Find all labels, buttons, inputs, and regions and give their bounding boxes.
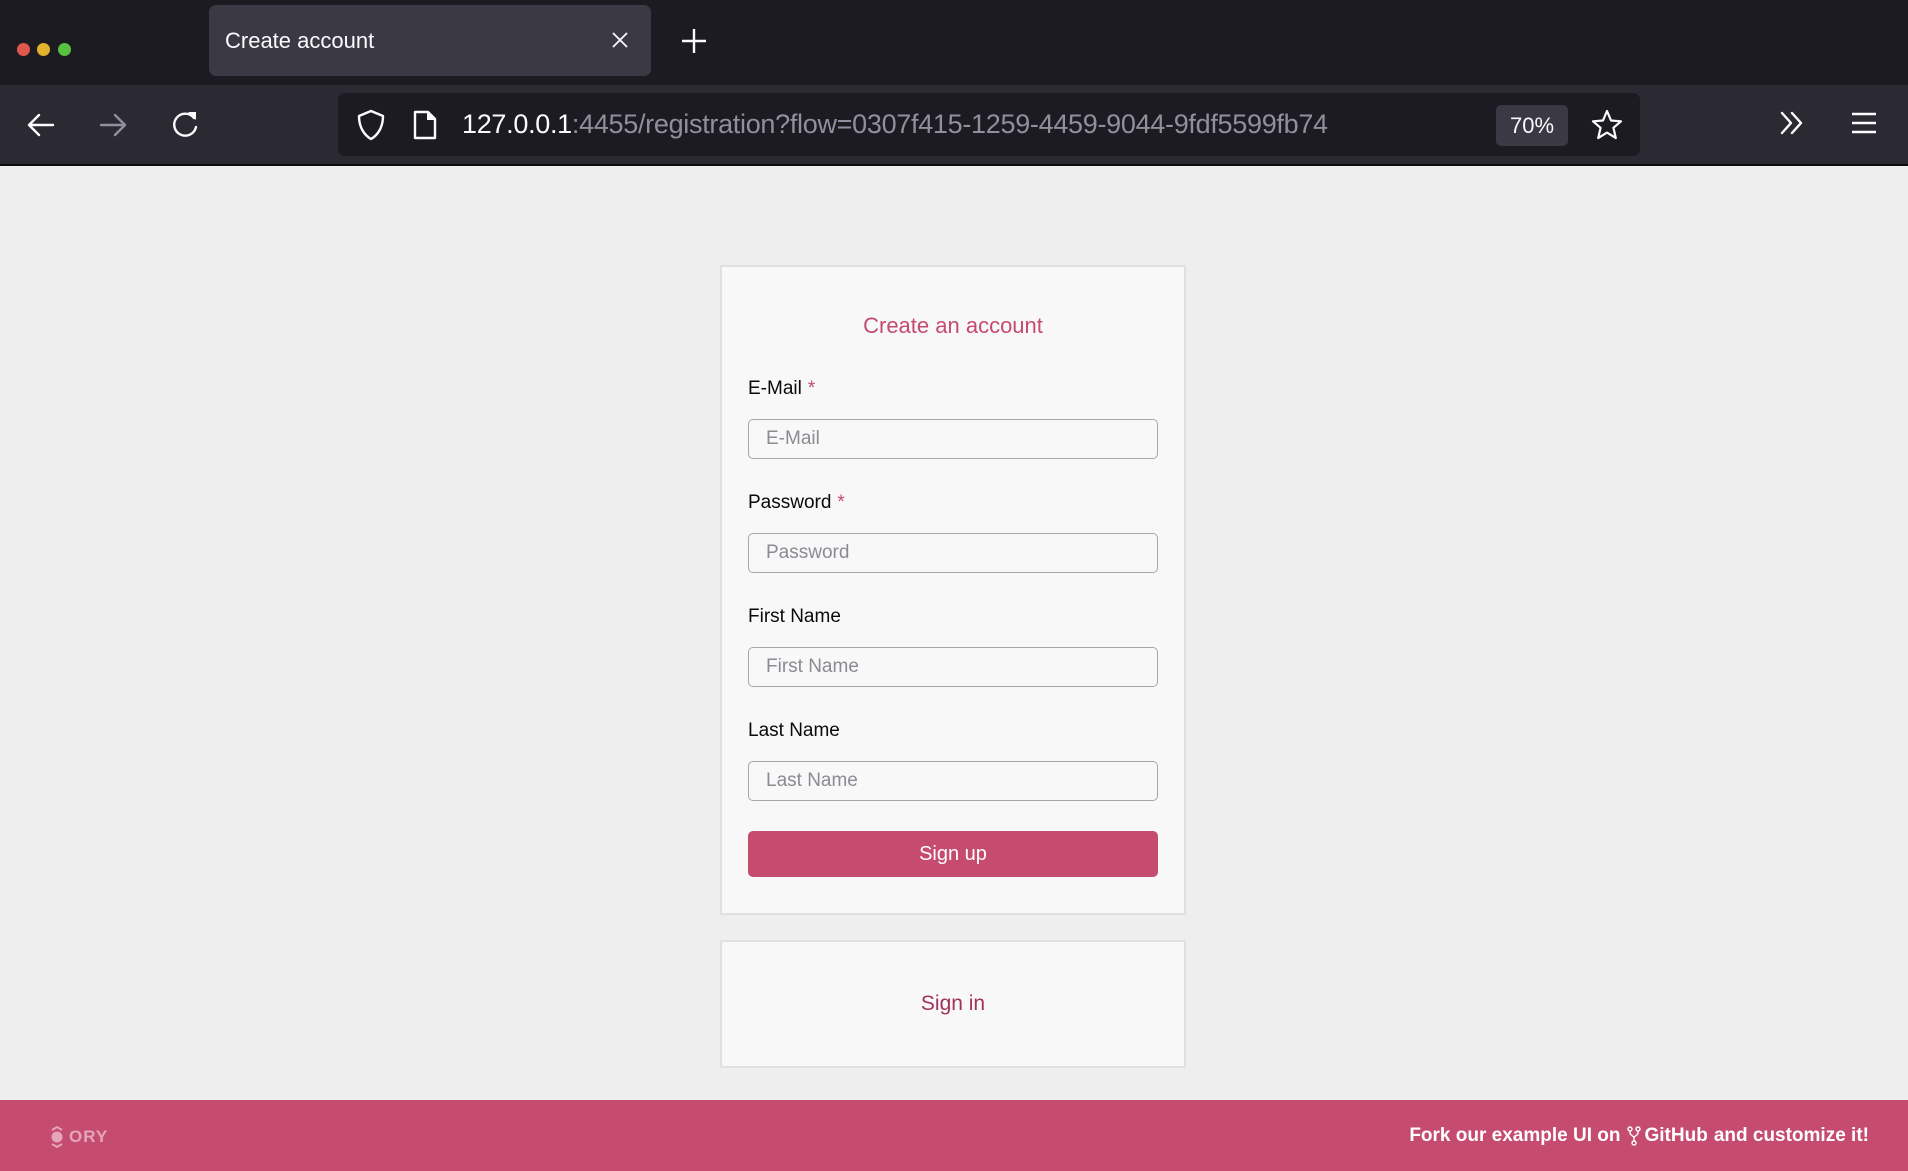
page-icon[interactable] bbox=[412, 109, 438, 141]
email-label-text: E-Mail bbox=[748, 378, 802, 399]
footer-text-suffix: and customize it! bbox=[1713, 1125, 1869, 1146]
shield-icon[interactable] bbox=[356, 109, 386, 141]
plus-icon[interactable] bbox=[680, 27, 708, 55]
github-link[interactable]: GitHub bbox=[1622, 1100, 1708, 1171]
sign-in-link[interactable]: Sign in bbox=[722, 942, 1184, 1066]
browser-toolbar: 127.0.0.1:4455/registration?flow=0307f41… bbox=[0, 85, 1908, 166]
first-name-label: First Name bbox=[748, 606, 841, 627]
window-minimize-button[interactable] bbox=[37, 43, 50, 56]
page-content: Create an account E-Mail* Password* Firs… bbox=[0, 166, 1908, 1100]
chevron-double-right-icon[interactable] bbox=[1776, 107, 1808, 139]
reload-icon[interactable] bbox=[168, 108, 202, 142]
tab-title: Create account bbox=[225, 28, 375, 53]
url-host: 127.0.0.1 bbox=[462, 109, 572, 139]
window-close-button[interactable] bbox=[17, 43, 30, 56]
hamburger-menu-icon[interactable] bbox=[1848, 107, 1880, 139]
last-name-label: Last Name bbox=[748, 720, 840, 741]
arrow-right-icon[interactable] bbox=[96, 108, 130, 142]
close-icon[interactable] bbox=[609, 29, 631, 51]
footer-message: Fork our example UI on GitHub and custom… bbox=[1409, 1100, 1869, 1171]
github-link-label: GitHub bbox=[1644, 1125, 1708, 1146]
email-input[interactable] bbox=[748, 419, 1158, 459]
star-icon[interactable] bbox=[1590, 108, 1624, 142]
zoom-level-badge[interactable]: 70% bbox=[1496, 105, 1568, 146]
registration-card: Create an account E-Mail* Password* Firs… bbox=[720, 265, 1186, 915]
first-name-input[interactable] bbox=[748, 647, 1158, 687]
password-input[interactable] bbox=[748, 533, 1158, 573]
url-bar[interactable]: 127.0.0.1:4455/registration?flow=0307f41… bbox=[338, 93, 1640, 156]
email-label: E-Mail * bbox=[748, 378, 815, 400]
browser-tab-active[interactable]: Create account bbox=[209, 5, 651, 76]
footer: ORY Fork our example UI on GitHub and cu… bbox=[0, 1100, 1908, 1171]
url-text[interactable]: 127.0.0.1:4455/registration?flow=0307f41… bbox=[462, 93, 1328, 156]
ory-logo[interactable]: ORY bbox=[49, 1124, 108, 1150]
window-zoom-button[interactable] bbox=[58, 43, 71, 56]
arrow-left-icon[interactable] bbox=[24, 108, 58, 142]
page-title: Create an account bbox=[863, 313, 1043, 338]
last-name-input[interactable] bbox=[748, 761, 1158, 801]
ory-logo-text: ORY bbox=[69, 1127, 109, 1146]
sign-up-button[interactable]: Sign up bbox=[748, 831, 1158, 877]
required-marker: * bbox=[837, 492, 845, 513]
signin-card: Sign in bbox=[720, 940, 1186, 1068]
browser-tab-bar: Create account bbox=[0, 0, 1908, 85]
url-path: :4455/registration?flow=0307f415-1259-44… bbox=[571, 109, 1328, 139]
required-marker: * bbox=[807, 378, 816, 399]
password-label-text: Password bbox=[748, 492, 832, 513]
footer-text-prefix: Fork our example UI on bbox=[1409, 1125, 1621, 1146]
git-fork-icon bbox=[1627, 1125, 1642, 1146]
password-label: Password * bbox=[748, 492, 845, 514]
ory-logo-icon bbox=[51, 1125, 63, 1149]
